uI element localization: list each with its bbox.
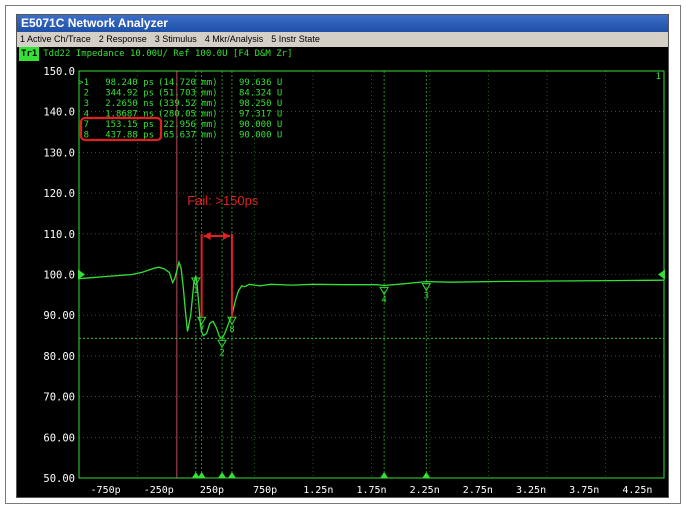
marker-id: 3 bbox=[84, 99, 89, 109]
y-tick-label: 90.00 bbox=[43, 310, 75, 322]
marker-distance: (22.956 mm) bbox=[158, 120, 218, 130]
marker-id: 7 bbox=[84, 120, 89, 130]
x-tick-label: 250p bbox=[200, 485, 224, 496]
marker-id: 2 bbox=[84, 89, 89, 99]
y-tick-label: 80.00 bbox=[43, 351, 75, 363]
x-tick-label: -750p bbox=[91, 485, 121, 496]
x-tick-label: 2.25n bbox=[410, 485, 440, 496]
marker-time: 344.92 ps bbox=[105, 89, 154, 99]
x-tick-label: 1.75n bbox=[356, 485, 386, 496]
marker-value: 90.000 U bbox=[239, 120, 282, 130]
marker-time: 153.15 ps bbox=[105, 120, 154, 130]
marker-time: 98.240 ps bbox=[105, 78, 154, 88]
y-tick-label: 60.00 bbox=[43, 432, 75, 444]
x-tick-labels: -750p -250p 250p 750p 1.25n 1.75n 2.25n 2.75n 3.… bbox=[91, 485, 653, 496]
y-tick-label: 50.00 bbox=[43, 473, 75, 485]
marker-value: 97.317 U bbox=[239, 110, 282, 120]
y-tick-label: 100.0 bbox=[43, 270, 75, 282]
marker-value: 99.636 U bbox=[239, 78, 282, 88]
y-tick-label: 150.0 bbox=[43, 66, 75, 78]
marker-table: >1 98.240 ps (14.720 mm) 99.636 U 2 344.92 ps… bbox=[78, 78, 282, 142]
impedance-chart: 150.0 140.0 130.0 120.0 110.0 100.0 90.00 80.00… bbox=[43, 66, 665, 496]
y-tick-labels: 150.0 140.0 130.0 120.0 110.0 100.0 90.00 80.00… bbox=[43, 66, 75, 485]
marker-distance: (51.703 mm) bbox=[158, 89, 218, 99]
marker-value: 84.324 U bbox=[239, 89, 282, 99]
y-tick-label: 120.0 bbox=[43, 188, 75, 200]
marker-number-2: 2 bbox=[219, 348, 224, 358]
x-tick-label: -250p bbox=[144, 485, 174, 496]
marker-distance: (280.05 mm) bbox=[158, 110, 218, 120]
x-tick-label: 750p bbox=[253, 485, 277, 496]
x-tick-label: 1.25n bbox=[303, 485, 333, 496]
marker-time: 2.2650 ns bbox=[105, 99, 154, 109]
analyzer-window: E5071C Network Analyzer 1 Active Ch/Trac… bbox=[16, 14, 669, 498]
marker-value: 90.000 U bbox=[239, 131, 282, 141]
marker-distance: (339.52 mm) bbox=[158, 99, 218, 109]
marker-number-3: 3 bbox=[424, 292, 429, 302]
x-tick-label: 2.75n bbox=[463, 485, 493, 496]
marker-number-7: 7 bbox=[199, 325, 204, 335]
marker-number-4: 4 bbox=[381, 295, 386, 305]
y-tick-label: 130.0 bbox=[43, 147, 75, 159]
y-tick-label: 110.0 bbox=[43, 229, 75, 241]
fail-label: Fail: >150ps bbox=[187, 193, 259, 208]
x-tick-label: 3.25n bbox=[516, 485, 546, 496]
x-tick-label: 3.75n bbox=[569, 485, 599, 496]
marker-distance: (65.637 mm) bbox=[158, 131, 218, 141]
marker-number-1: 1 bbox=[193, 286, 198, 296]
trace-end-label: 1 bbox=[656, 72, 661, 82]
y-tick-label: 70.00 bbox=[43, 392, 75, 404]
marker-distance: (14.720 mm) bbox=[158, 78, 218, 88]
marker-number-8: 8 bbox=[229, 325, 234, 335]
marker-id: >1 bbox=[78, 78, 89, 88]
x-tick-label: 4.25n bbox=[622, 485, 652, 496]
marker-value: 98.250 U bbox=[239, 99, 282, 109]
y-tick-label: 140.0 bbox=[43, 107, 75, 119]
